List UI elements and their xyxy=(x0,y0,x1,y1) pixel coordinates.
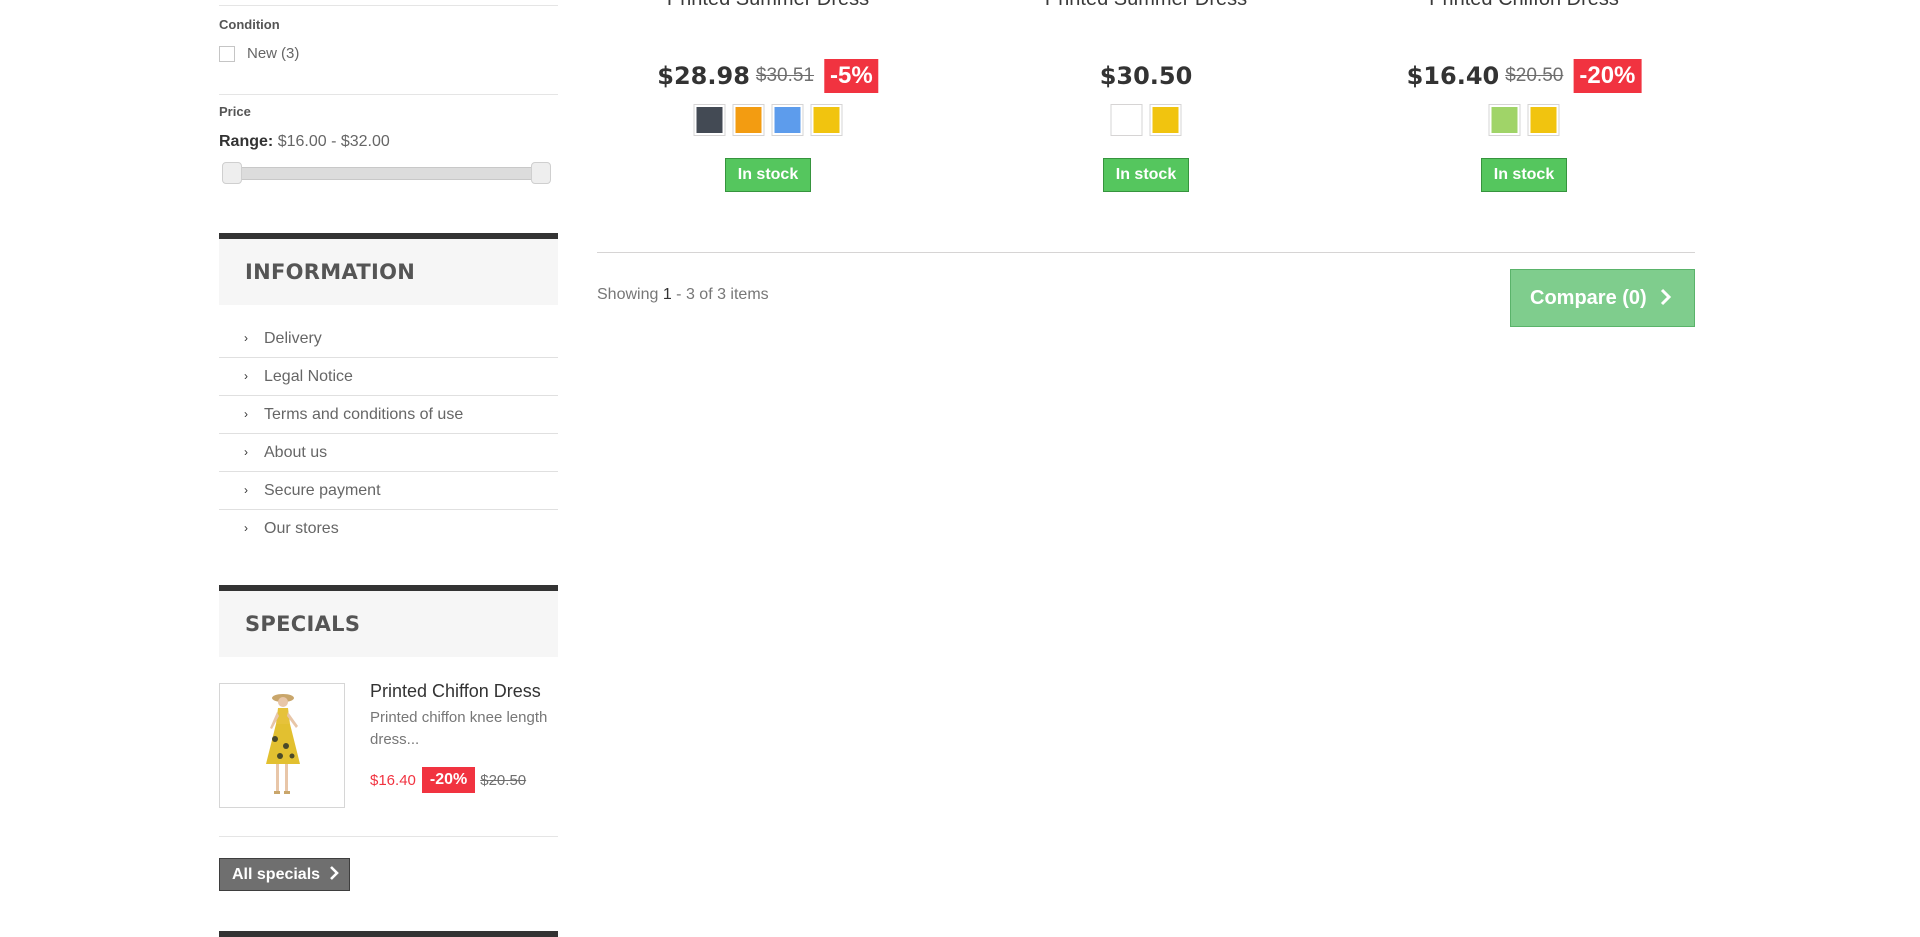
price-filter-title: Price xyxy=(219,104,251,119)
chevron-right-icon xyxy=(1661,288,1672,306)
next-block-border xyxy=(219,931,558,937)
color-swatch[interactable] xyxy=(1488,104,1521,136)
chevron-right-icon: › xyxy=(244,369,248,383)
price-slider-max-handle[interactable] xyxy=(531,162,551,184)
divider xyxy=(219,836,558,837)
product-old-price: $30.51 xyxy=(755,65,815,86)
info-link-terms[interactable]: › Terms and conditions of use xyxy=(219,396,558,434)
color-swatch[interactable] xyxy=(1527,104,1560,136)
in-stock-badge: In stock xyxy=(725,158,811,192)
product-price-row: $30.50 xyxy=(1100,59,1193,93)
condition-filter-title: Condition xyxy=(219,17,280,32)
info-link-label: Legal Notice xyxy=(264,368,353,385)
info-link-legal-notice[interactable]: › Legal Notice xyxy=(219,358,558,396)
info-link-label: Secure payment xyxy=(264,482,381,499)
swatch-color xyxy=(696,107,723,133)
in-stock-badge: In stock xyxy=(1103,158,1189,192)
info-link-secure-payment[interactable]: › Secure payment xyxy=(219,472,558,510)
divider xyxy=(219,5,558,6)
specials-product-thumbnail[interactable] xyxy=(219,683,345,808)
information-title: INFORMATION xyxy=(219,239,558,305)
product-price-row: $28.98 $30.51 -5% xyxy=(657,59,879,93)
showing-range-rest: - 3 of 3 items xyxy=(671,286,769,303)
chevron-right-icon: › xyxy=(244,483,248,497)
product-discount-badge: -5% xyxy=(824,59,879,93)
dress-image-icon xyxy=(266,694,300,794)
price-slider-track[interactable] xyxy=(228,167,549,180)
specials-price: $16.40 xyxy=(370,771,416,789)
specials-price-row: $16.40 -20% $20.50 xyxy=(370,767,526,793)
showing-prefix: Showing xyxy=(597,286,663,303)
color-swatch[interactable] xyxy=(771,104,804,136)
product-color-swatches xyxy=(1110,104,1182,136)
product-old-price: $20.50 xyxy=(1505,65,1564,86)
color-swatch[interactable] xyxy=(810,104,843,136)
specials-product-description: Printed chiffon knee length dress... xyxy=(370,709,548,748)
swatch-color xyxy=(1152,107,1179,133)
all-specials-button[interactable]: All specials xyxy=(219,858,350,891)
price-range-value: $16.00 - $32.00 xyxy=(277,133,390,150)
swatch-color xyxy=(1491,107,1518,133)
compare-button[interactable]: Compare (0) xyxy=(1510,269,1695,327)
color-swatch[interactable] xyxy=(732,104,765,136)
swatch-color xyxy=(1530,107,1557,133)
swatch-color xyxy=(1113,107,1140,133)
product-name[interactable]: Printed Chiffon Dress xyxy=(1429,0,1619,11)
info-link-label: Our stores xyxy=(264,520,339,537)
info-link-our-stores[interactable]: › Our stores xyxy=(219,510,558,548)
chevron-right-icon: › xyxy=(244,445,248,459)
info-link-delivery[interactable]: › Delivery xyxy=(219,320,558,358)
specials-old-price: $20.50 xyxy=(480,771,527,789)
product-color-swatches xyxy=(693,104,843,136)
info-link-label: About us xyxy=(264,444,328,461)
all-specials-label: All specials xyxy=(232,866,321,883)
chevron-right-icon: › xyxy=(244,521,248,535)
info-link-label: Delivery xyxy=(264,330,322,347)
product-price-row: $16.40 $20.50 -20% xyxy=(1407,59,1642,93)
info-link-label: Terms and conditions of use xyxy=(264,406,464,423)
product-name[interactable]: Printed Summer Dress xyxy=(1045,0,1247,11)
chevron-right-icon xyxy=(329,866,339,880)
specials-product-name[interactable]: Printed Chiffon Dress xyxy=(370,681,541,702)
showing-range-start: 1 xyxy=(662,286,672,303)
compare-label: Compare (0) xyxy=(1530,287,1647,309)
product-discount-badge: -20% xyxy=(1573,59,1642,93)
color-swatch[interactable] xyxy=(1149,104,1182,136)
color-swatch[interactable] xyxy=(1110,104,1143,136)
swatch-color xyxy=(774,107,801,133)
swatch-color xyxy=(813,107,840,133)
price-range-label: Range: xyxy=(219,133,274,150)
chevron-right-icon: › xyxy=(244,407,248,421)
specials-title: SPECIALS xyxy=(219,591,558,657)
product-name[interactable]: Printed Summer Dress xyxy=(667,0,869,11)
divider xyxy=(219,94,558,95)
condition-new-checkbox[interactable] xyxy=(219,45,235,62)
product-price: $30.50 xyxy=(1099,62,1193,90)
price-range-text: Range: $16.00 - $32.00 xyxy=(219,133,390,151)
product-color-swatches xyxy=(1488,104,1560,136)
condition-new-label: New xyxy=(247,45,278,62)
color-swatch[interactable] xyxy=(693,104,726,136)
specials-discount-badge: -20% xyxy=(421,767,476,793)
pagination-summary: Showing 1 - 3 of 3 items xyxy=(597,286,769,304)
product-price: $16.40 xyxy=(1406,62,1500,90)
swatch-color xyxy=(735,107,762,133)
condition-new-option[interactable]: New (3) xyxy=(219,45,299,62)
product-price: $28.98 xyxy=(657,62,750,90)
info-link-about-us[interactable]: › About us xyxy=(219,434,558,472)
divider xyxy=(597,252,1695,253)
chevron-right-icon: › xyxy=(244,331,248,345)
in-stock-badge: In stock xyxy=(1481,158,1567,192)
condition-new-count: (3) xyxy=(281,45,300,62)
price-slider-min-handle[interactable] xyxy=(222,162,242,184)
